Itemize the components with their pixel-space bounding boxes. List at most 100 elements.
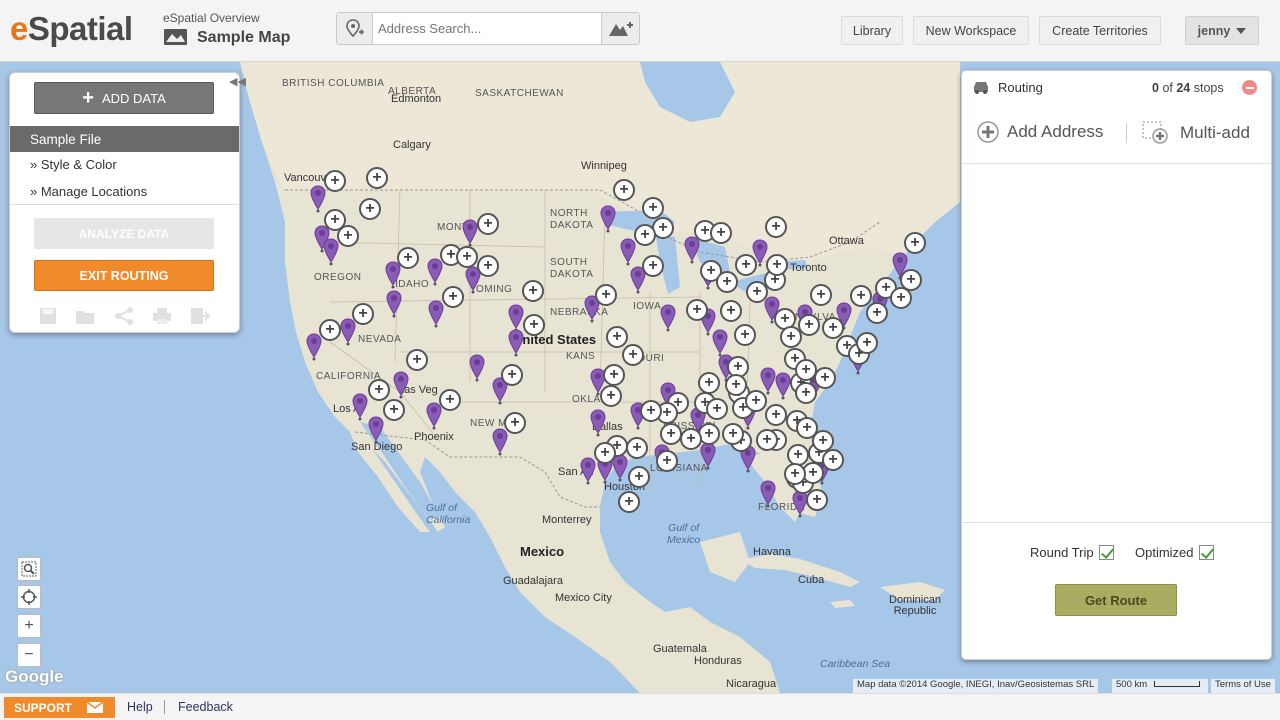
location-pin-icon[interactable] — [508, 304, 524, 332]
add-stop-plus-icon[interactable]: + — [442, 286, 464, 308]
add-stop-plus-icon[interactable]: + — [735, 254, 757, 276]
add-stop-plus-icon[interactable]: + — [734, 324, 756, 346]
add-stop-plus-icon[interactable]: + — [501, 364, 523, 386]
location-pin-icon[interactable] — [306, 333, 322, 361]
location-pin-icon[interactable] — [385, 261, 401, 289]
location-pin-icon[interactable] — [428, 300, 444, 328]
add-address-button[interactable]: Add Address — [977, 121, 1103, 143]
add-stop-plus-icon[interactable]: + — [626, 437, 648, 459]
add-stop-plus-icon[interactable]: + — [806, 489, 828, 511]
add-stop-plus-icon[interactable]: + — [725, 374, 747, 396]
location-pin-icon[interactable] — [760, 480, 776, 508]
add-stop-plus-icon[interactable]: + — [600, 385, 622, 407]
add-stop-plus-icon[interactable]: + — [698, 372, 720, 394]
add-stop-plus-icon[interactable]: + — [406, 349, 428, 371]
add-stop-plus-icon[interactable]: + — [366, 167, 388, 189]
add-stop-plus-icon[interactable]: + — [456, 246, 478, 268]
save-icon[interactable] — [38, 307, 58, 325]
location-pin-icon[interactable] — [310, 185, 326, 213]
location-pin-icon[interactable] — [760, 367, 776, 395]
manage-locations-link[interactable]: » Manage Locations — [30, 184, 147, 199]
folder-open-icon[interactable] — [75, 307, 95, 325]
share-icon[interactable] — [114, 307, 134, 325]
add-stop-plus-icon[interactable]: + — [439, 389, 461, 411]
espatial-logo[interactable]: eSpatial — [10, 10, 133, 48]
feedback-link[interactable]: Feedback — [178, 700, 233, 714]
add-stop-plus-icon[interactable]: + — [397, 247, 419, 269]
add-stop-plus-icon[interactable]: + — [680, 428, 702, 450]
add-stop-plus-icon[interactable]: + — [716, 271, 738, 293]
location-pin-icon[interactable] — [508, 329, 524, 357]
exit-routing-button[interactable]: EXIT ROUTING — [34, 260, 214, 291]
add-stop-plus-icon[interactable]: + — [613, 179, 635, 201]
zoom-in-button[interactable]: + — [17, 614, 41, 638]
add-stop-plus-icon[interactable]: + — [622, 344, 644, 366]
collapse-panel-icon[interactable]: ◀◀ — [229, 75, 246, 88]
add-stop-plus-icon[interactable]: + — [656, 450, 678, 472]
optimized-checkbox[interactable] — [1198, 545, 1214, 560]
location-pin-icon[interactable] — [469, 354, 485, 382]
add-stop-plus-icon[interactable]: + — [618, 491, 640, 513]
location-pin-icon[interactable] — [684, 236, 700, 264]
add-stop-plus-icon[interactable]: + — [795, 382, 817, 404]
location-pin-icon[interactable] — [323, 238, 339, 266]
location-pin-icon[interactable] — [590, 409, 606, 437]
add-stop-plus-icon[interactable]: + — [756, 429, 778, 451]
multi-add-button[interactable]: Multi-add — [1142, 121, 1250, 145]
add-stop-plus-icon[interactable]: + — [634, 224, 656, 246]
location-pin-icon[interactable] — [427, 258, 443, 286]
location-pin-icon[interactable] — [580, 457, 596, 485]
add-stop-plus-icon[interactable]: + — [383, 399, 405, 421]
add-stop-plus-icon[interactable]: + — [866, 302, 888, 324]
add-stop-plus-icon[interactable]: + — [766, 254, 788, 276]
add-stop-plus-icon[interactable]: + — [603, 364, 625, 386]
close-routing-icon[interactable] — [1242, 80, 1257, 95]
location-pin-icon[interactable] — [660, 304, 676, 332]
add-stop-plus-icon[interactable]: + — [814, 367, 836, 389]
locate-pin-button[interactable] — [337, 13, 373, 44]
location-pin-icon[interactable] — [600, 205, 616, 233]
add-stop-plus-icon[interactable]: + — [686, 299, 708, 321]
add-stop-plus-icon[interactable]: + — [706, 398, 728, 420]
add-stop-plus-icon[interactable]: + — [745, 390, 767, 412]
add-stop-plus-icon[interactable]: + — [595, 284, 617, 306]
add-stop-plus-icon[interactable]: + — [810, 284, 832, 306]
add-stop-plus-icon[interactable]: + — [628, 466, 650, 488]
optimized-option[interactable]: Optimized — [1135, 545, 1214, 560]
add-data-button[interactable]: + ADD DATA — [34, 82, 214, 114]
add-stop-plus-icon[interactable]: + — [720, 300, 742, 322]
add-stop-plus-icon[interactable]: + — [784, 463, 806, 485]
add-stop-plus-icon[interactable]: + — [337, 225, 359, 247]
locate-me-button[interactable] — [17, 585, 41, 609]
add-stop-plus-icon[interactable]: + — [780, 326, 802, 348]
round-trip-checkbox[interactable] — [1098, 545, 1114, 560]
location-pin-icon[interactable] — [792, 490, 808, 518]
location-pin-icon[interactable] — [775, 372, 791, 400]
add-stop-plus-icon[interactable]: + — [319, 319, 341, 341]
add-stop-plus-icon[interactable]: + — [504, 412, 526, 434]
location-pin-icon[interactable] — [352, 393, 368, 421]
add-stop-plus-icon[interactable]: + — [710, 222, 732, 244]
location-pin-icon[interactable] — [426, 402, 442, 430]
add-stop-plus-icon[interactable]: + — [765, 404, 787, 426]
location-pin-icon[interactable] — [386, 290, 402, 318]
location-pin-icon[interactable] — [462, 219, 478, 247]
location-pin-icon[interactable] — [620, 238, 636, 266]
round-trip-option[interactable]: Round Trip — [1030, 545, 1114, 560]
add-stop-plus-icon[interactable]: + — [822, 449, 844, 471]
add-stop-plus-icon[interactable]: + — [642, 197, 664, 219]
add-stop-plus-icon[interactable]: + — [640, 400, 662, 422]
print-icon[interactable] — [152, 307, 172, 325]
add-stop-plus-icon[interactable]: + — [359, 198, 381, 220]
get-route-button[interactable]: Get Route — [1055, 584, 1177, 616]
user-menu-button[interactable]: jenny — [1185, 16, 1259, 45]
location-pin-icon[interactable] — [368, 416, 384, 444]
analyze-data-button[interactable]: ANALYZE DATA — [34, 218, 214, 249]
zoom-box-button[interactable] — [17, 557, 41, 581]
terms-of-use-link[interactable]: Terms of Use — [1211, 679, 1275, 693]
location-pin-icon[interactable] — [700, 442, 716, 470]
add-stop-plus-icon[interactable]: + — [660, 423, 682, 445]
support-button[interactable]: SUPPORT — [4, 697, 115, 718]
add-stop-plus-icon[interactable]: + — [523, 314, 545, 336]
export-icon[interactable] — [190, 307, 210, 325]
